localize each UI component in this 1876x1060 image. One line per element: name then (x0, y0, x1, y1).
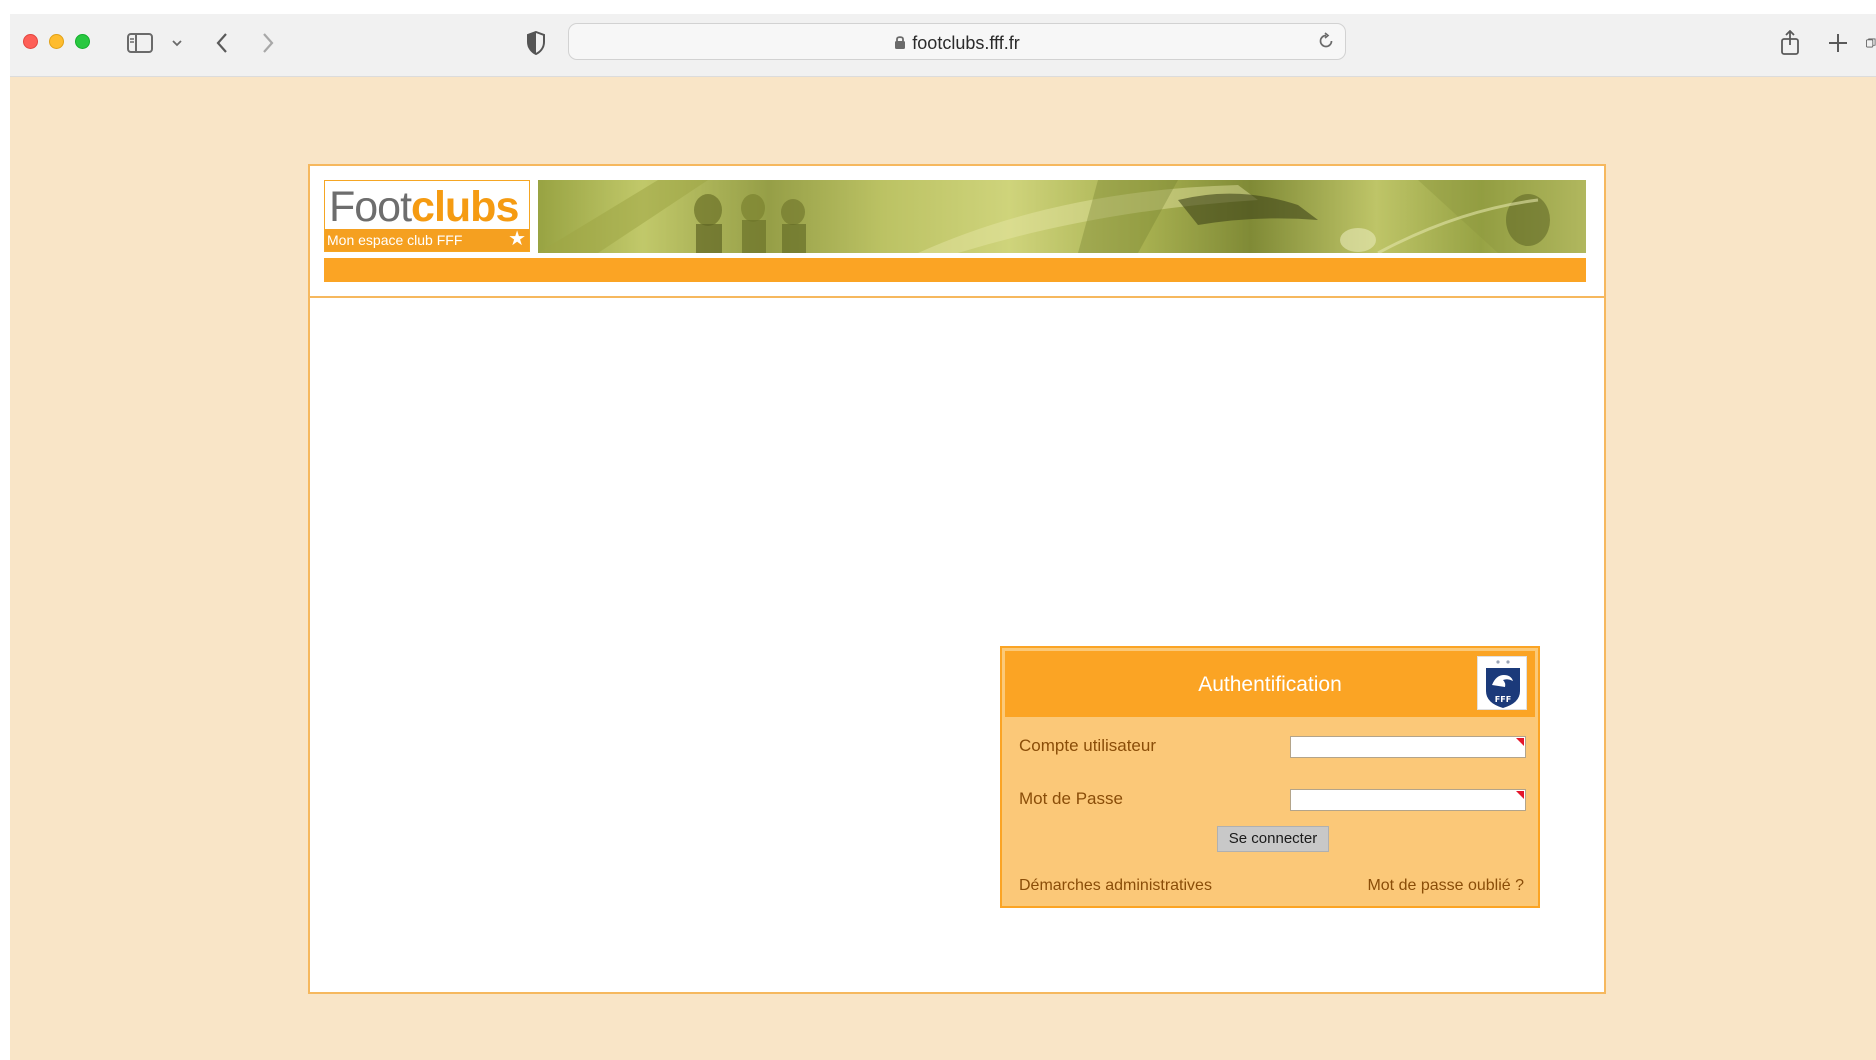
fff-crest-text: FFF (1495, 695, 1511, 704)
banner-players-image (538, 180, 1586, 253)
login-title: Authentification (1198, 673, 1342, 696)
sidebar-icon[interactable] (126, 30, 154, 56)
logo-subtitle-text: Mon espace club FFF (327, 232, 463, 248)
forgot-password-link[interactable]: Mot de passe oublié ? (1367, 877, 1524, 895)
header-banner-image (538, 180, 1586, 253)
password-input[interactable] (1290, 789, 1526, 811)
browser-toolbar: footclubs.fff.fr (10, 14, 1876, 77)
maximize-window-button[interactable] (75, 34, 90, 49)
url-value: footclubs.fff.fr (912, 33, 1020, 53)
login-panel-inner: Authentification FFF Compte utilisateur … (1005, 651, 1535, 903)
shield-icon[interactable] (524, 30, 548, 56)
chevron-down-icon[interactable] (170, 30, 184, 56)
page-frame: Footclubs Mon espace club FFF ★ Authenti… (308, 164, 1606, 994)
user-account-input[interactable] (1290, 736, 1526, 758)
url-text: footclubs.fff.fr (569, 33, 1345, 55)
logo-subtitle: Mon espace club FFF ★ (325, 229, 529, 251)
footclubs-logo[interactable]: Footclubs Mon espace club FFF ★ (324, 180, 530, 252)
minimize-window-button[interactable] (49, 34, 64, 49)
close-window-button[interactable] (23, 34, 38, 49)
login-panel-header: Authentification FFF (1005, 651, 1535, 717)
user-account-label: Compte utilisateur (1019, 736, 1157, 755)
logo-title: Footclubs (329, 181, 519, 233)
back-icon[interactable] (212, 30, 232, 56)
tab-overview-icon[interactable] (1866, 30, 1876, 56)
logo-clubs-text: clubs (411, 183, 519, 231)
site-header: Footclubs Mon espace club FFF ★ (310, 166, 1604, 298)
administrative-procedures-link[interactable]: Démarches administratives (1019, 877, 1212, 895)
address-bar[interactable]: footclubs.fff.fr (568, 23, 1346, 60)
fff-crest-icon: FFF (1477, 656, 1527, 710)
reload-icon[interactable] (1317, 32, 1335, 55)
lock-icon (894, 34, 906, 55)
login-panel: Authentification FFF Compte utilisateur … (1000, 646, 1540, 908)
new-tab-icon[interactable] (1826, 30, 1850, 56)
star-icon: ★ (508, 228, 526, 250)
logo-foot-text: Foot (329, 183, 412, 231)
connect-button[interactable]: Se connecter (1217, 826, 1329, 852)
share-icon[interactable] (1778, 30, 1802, 56)
browser-window: footclubs.fff.fr Footclubs Mon espace cl… (10, 14, 1876, 1060)
forward-icon[interactable] (258, 30, 278, 56)
header-orange-bar (324, 258, 1586, 282)
password-label: Mot de Passe (1019, 789, 1123, 808)
